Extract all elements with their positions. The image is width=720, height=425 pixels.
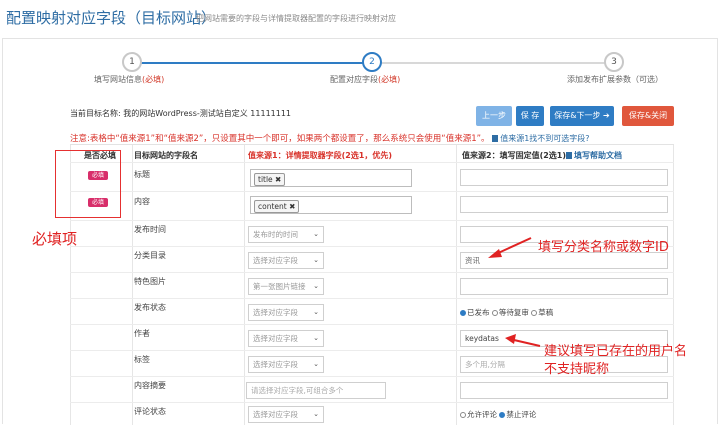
author-arrow: [513, 339, 541, 347]
author-annotation-line2: 不支持昵称: [544, 362, 610, 377]
category-annotation: 填写分类名称或数字ID: [538, 240, 669, 255]
author-arrow-head: [505, 334, 516, 344]
annotation-arrows: [488, 237, 541, 347]
category-arrow: [495, 237, 532, 255]
author-annotation-line1: 建议填写已存在的用户名: [544, 344, 688, 359]
category-arrow-head: [488, 249, 502, 258]
